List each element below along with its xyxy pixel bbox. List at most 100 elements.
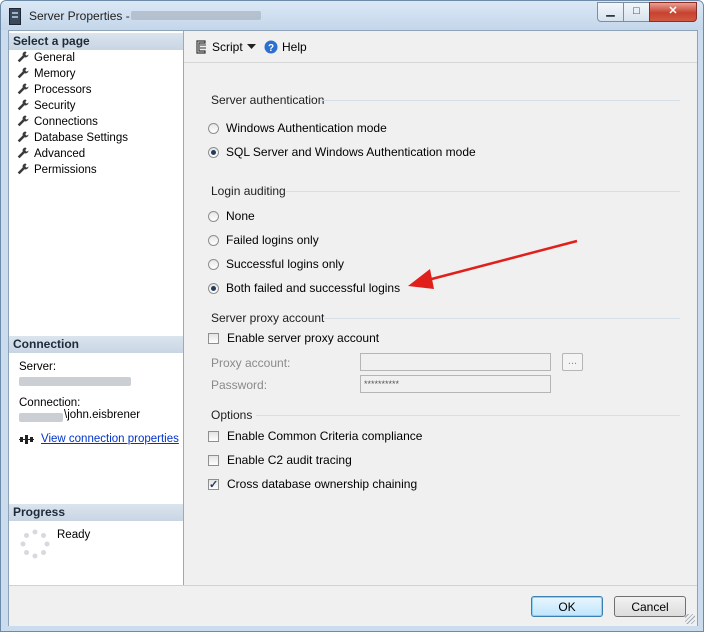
- annotation-arrow-icon: [408, 239, 578, 289]
- proxy-browse-button[interactable]: ...: [562, 353, 583, 371]
- window-title: Server Properties -: [29, 9, 130, 23]
- wrench-icon: [17, 147, 34, 160]
- radio-audit-none[interactable]: None: [208, 208, 255, 224]
- wrench-icon: [17, 115, 34, 128]
- proxy-account-label: Proxy account:: [211, 356, 291, 370]
- connection-header: Connection: [9, 336, 183, 353]
- radio-mixed-auth[interactable]: SQL Server and Windows Authentication mo…: [208, 144, 476, 160]
- radio-audit-both-dot[interactable]: [208, 283, 219, 294]
- sidebar-item-label: Advanced: [34, 148, 86, 160]
- radio-windows-auth-label: Windows Authentication mode: [226, 121, 387, 135]
- proxy-account-input[interactable]: [360, 353, 551, 371]
- radio-audit-successful-dot[interactable]: [208, 259, 219, 270]
- sidebar-item-advanced[interactable]: Advanced: [17, 146, 85, 162]
- sidebar-item-label: Security: [34, 100, 76, 112]
- sidebar-item-memory[interactable]: Memory: [17, 66, 76, 82]
- sidebar-item-connections[interactable]: Connections: [17, 114, 98, 130]
- checkbox-cross-db-chaining[interactable]: Cross database ownership chaining: [208, 476, 418, 493]
- radio-mixed-auth-label: SQL Server and Windows Authentication mo…: [226, 145, 476, 159]
- script-dropdown-chevron-icon[interactable]: [247, 44, 256, 50]
- progress-status: Ready: [57, 529, 91, 541]
- radio-audit-none-dot[interactable]: [208, 211, 219, 222]
- sidebar-item-label: Processors: [34, 84, 92, 96]
- checkbox-common-criteria-box[interactable]: [208, 431, 219, 442]
- close-button[interactable]: ✕: [649, 2, 697, 22]
- checkbox-c2-audit-box[interactable]: [208, 455, 219, 466]
- radio-audit-both-label: Both failed and successful logins: [226, 281, 401, 295]
- radio-windows-auth[interactable]: Windows Authentication mode: [208, 120, 387, 136]
- resize-grip[interactable]: [685, 614, 695, 624]
- divider: [256, 415, 680, 416]
- sidebar-item-database-settings[interactable]: Database Settings: [17, 130, 128, 146]
- server-icon: [9, 8, 21, 25]
- connection-user: \john.eisbrener: [64, 409, 141, 421]
- radio-audit-both[interactable]: Both failed and successful logins: [208, 280, 400, 296]
- toolbar: Script ? Help: [184, 31, 697, 63]
- sidebar-item-label: General: [34, 52, 75, 64]
- divider: [286, 191, 680, 192]
- view-connection-properties-link[interactable]: View connection properties: [41, 433, 179, 445]
- maximize-button[interactable]: □: [623, 2, 650, 22]
- sidebar-item-security[interactable]: Security: [17, 98, 76, 114]
- sidebar-item-label: Memory: [34, 68, 76, 80]
- divider: [320, 100, 680, 101]
- help-icon: ?: [264, 40, 278, 54]
- radio-mixed-auth-dot[interactable]: [208, 147, 219, 158]
- checkbox-common-criteria-label: Enable Common Criteria compliance: [227, 429, 423, 443]
- checkbox-c2-audit[interactable]: Enable C2 audit tracing: [208, 452, 352, 468]
- sidebar-item-label: Connections: [34, 116, 98, 128]
- button-bar: OK Cancel: [9, 585, 697, 626]
- checkbox-enable-proxy-label: Enable server proxy account: [227, 331, 380, 345]
- redacted-server-name: [131, 11, 261, 20]
- sidebar-item-general[interactable]: General: [17, 50, 75, 66]
- progress-header: Progress: [9, 504, 183, 521]
- checkbox-enable-proxy-box[interactable]: [208, 333, 219, 344]
- server-properties-window: Server Properties - ▁ □ ✕ Select a page …: [0, 0, 704, 632]
- wrench-icon: [17, 51, 34, 64]
- redacted-domain: [19, 413, 63, 422]
- connection-properties-icon: [19, 435, 34, 444]
- checkbox-cross-db-chaining-box[interactable]: [208, 477, 219, 493]
- sidebar-item-processors[interactable]: Processors: [17, 82, 92, 98]
- sidebar-item-label: Permissions: [34, 164, 97, 176]
- checkbox-cross-db-chaining-label: Cross database ownership chaining: [227, 477, 418, 491]
- wrench-icon: [17, 99, 34, 112]
- svg-text:?: ?: [268, 43, 274, 54]
- security-page: Script ? Help Server authentication Wind…: [184, 31, 697, 585]
- wrench-icon: [17, 67, 34, 80]
- login-auditing-title: Login auditing: [211, 184, 286, 198]
- redacted-server-value: [19, 377, 131, 386]
- radio-audit-failed[interactable]: Failed logins only: [208, 232, 319, 248]
- radio-audit-none-label: None: [226, 209, 255, 223]
- checkbox-c2-audit-label: Enable C2 audit tracing: [227, 453, 352, 467]
- divider: [324, 318, 680, 319]
- options-title: Options: [211, 408, 253, 422]
- script-icon: [196, 40, 206, 54]
- server-label: Server:: [19, 361, 57, 373]
- wrench-icon: [17, 131, 34, 144]
- sidebar-item-permissions[interactable]: Permissions: [17, 162, 97, 178]
- checkbox-enable-proxy[interactable]: Enable server proxy account: [208, 330, 379, 346]
- password-input[interactable]: **********: [360, 375, 551, 393]
- checkbox-common-criteria[interactable]: Enable Common Criteria compliance: [208, 428, 422, 444]
- minimize-button[interactable]: ▁: [597, 2, 624, 22]
- dialog-client-area: Select a page General Memory Processors Sec…: [8, 30, 698, 626]
- wrench-icon: [17, 163, 34, 176]
- progress-spinner-icon: [20, 529, 50, 559]
- radio-windows-auth-dot[interactable]: [208, 123, 219, 134]
- password-label: Password:: [211, 378, 268, 392]
- help-button[interactable]: Help: [282, 40, 307, 54]
- ok-button[interactable]: OK: [531, 596, 603, 617]
- connection-label: Connection:: [19, 397, 81, 409]
- radio-audit-failed-label: Failed logins only: [226, 233, 319, 247]
- select-page-header: Select a page: [9, 33, 183, 50]
- proxy-title: Server proxy account: [211, 311, 325, 325]
- title-bar[interactable]: Server Properties - ▁ □ ✕: [1, 1, 703, 30]
- radio-audit-successful-label: Successful logins only: [226, 257, 345, 271]
- radio-audit-successful[interactable]: Successful logins only: [208, 256, 344, 272]
- server-auth-title: Server authentication: [211, 93, 325, 107]
- script-button[interactable]: Script: [212, 40, 243, 54]
- radio-audit-failed-dot[interactable]: [208, 235, 219, 246]
- cancel-button[interactable]: Cancel: [614, 596, 686, 617]
- wrench-icon: [17, 83, 34, 96]
